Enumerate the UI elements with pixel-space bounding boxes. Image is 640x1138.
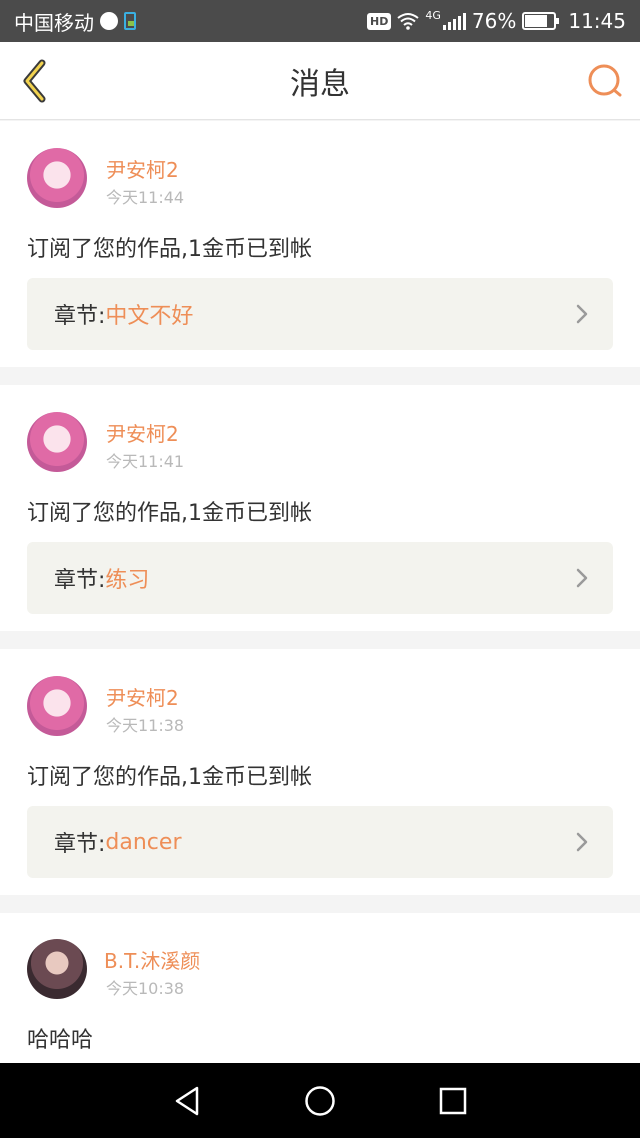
message-time: 今天11:41 [106, 452, 185, 471]
avatar[interactable] [27, 939, 87, 999]
status-bar: 中国移动 HD 4G 76% 11:45 [0, 0, 640, 42]
message-username[interactable]: 尹安柯2 [106, 154, 179, 183]
square-recents-icon [440, 1087, 467, 1114]
status-left: 中国移动 [14, 7, 136, 36]
message-card: B.T.沐溪颜 今天10:38 哈哈哈 [0, 913, 640, 1063]
battery-icon [522, 12, 560, 30]
chapter-name: dancer [105, 829, 182, 855]
chevron-right-icon [576, 304, 588, 324]
circle-home-icon [305, 1085, 335, 1116]
status-right: HD 4G 76% 11:45 [367, 9, 626, 33]
message-time: 今天10:38 [106, 979, 185, 998]
avatar[interactable] [27, 412, 87, 472]
triangle-back-icon [175, 1086, 198, 1115]
avatar[interactable] [27, 676, 87, 736]
chapter-label: 章节: [54, 832, 106, 857]
battery-percent: 76% [471, 9, 517, 33]
nav-back-button[interactable] [157, 1071, 217, 1131]
message-card: 尹安柯2 今天11:41 订阅了您的作品,1金币已到帐 章节: 练习 [0, 385, 640, 631]
chapter-label: 章节: [54, 568, 106, 593]
message-text: 哈哈哈 [27, 1028, 94, 1053]
chapter-link[interactable]: 章节: 中文不好 [27, 278, 613, 350]
sim-icon [124, 12, 136, 30]
page-title: 消息 [290, 66, 350, 102]
hd-badge: HD [367, 12, 392, 30]
signal-icon [442, 12, 466, 30]
nav-recents-button[interactable] [423, 1071, 483, 1131]
message-username[interactable]: B.T.沐溪颜 [104, 945, 200, 974]
message-text: 订阅了您的作品,1金币已到帐 [27, 501, 312, 526]
chapter-label: 章节: [54, 304, 106, 329]
network-type: 4G [425, 8, 441, 22]
chevron-right-icon [576, 568, 588, 588]
message-text: 订阅了您的作品,1金币已到帐 [27, 765, 312, 790]
message-text: 订阅了您的作品,1金币已到帐 [27, 237, 312, 262]
message-username[interactable]: 尹安柯2 [106, 682, 179, 711]
globe-icon [100, 12, 118, 30]
chevron-right-icon [576, 832, 588, 852]
nav-home-button[interactable] [290, 1071, 350, 1131]
app-screen: 中国移动 HD 4G 76% 11:45 消息 尹安柯2 今天11:44 订阅了… [0, 0, 640, 1138]
carrier-name: 中国移动 [14, 10, 94, 35]
avatar[interactable] [27, 148, 87, 208]
search-icon [588, 64, 622, 97]
message-time: 今天11:38 [106, 716, 185, 735]
battery-fill [525, 15, 547, 27]
wifi-icon [397, 13, 419, 30]
search-button[interactable] [582, 58, 628, 104]
chapter-link[interactable]: 章节: dancer [27, 806, 613, 878]
page-header: 消息 [0, 42, 640, 120]
message-card: 尹安柯2 今天11:38 订阅了您的作品,1金币已到帐 章节: dancer [0, 649, 640, 895]
back-button[interactable] [10, 56, 60, 106]
chapter-link[interactable]: 章节: 练习 [27, 542, 613, 614]
message-card: 尹安柯2 今天11:44 订阅了您的作品,1金币已到帐 章节: 中文不好 [0, 121, 640, 367]
message-time: 今天11:44 [106, 188, 185, 207]
chapter-name: 练习 [105, 568, 150, 593]
chapter-name: 中文不好 [105, 304, 194, 329]
message-username[interactable]: 尹安柯2 [106, 418, 179, 447]
chevron-left-icon [23, 59, 46, 103]
clock: 11:45 [568, 9, 626, 33]
system-nav-bar [0, 1063, 640, 1138]
message-list: 尹安柯2 今天11:44 订阅了您的作品,1金币已到帐 章节: 中文不好 尹安柯2… [0, 121, 640, 1063]
